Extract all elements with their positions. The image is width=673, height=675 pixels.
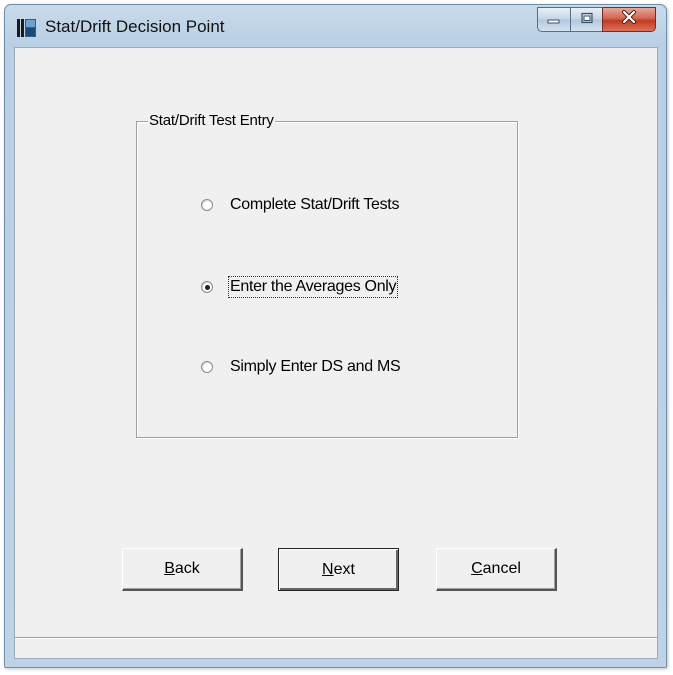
maximize-icon <box>580 11 594 29</box>
radio-enter-averages-only[interactable]: Enter the Averages Only <box>201 276 399 298</box>
radio-simply-enter-ds-and-ms[interactable]: Simply Enter DS and MS <box>201 356 401 378</box>
radio-label[interactable]: Enter the Averages Only <box>227 276 399 298</box>
stat-drift-test-entry-group: Stat/Drift Test Entry Complete Stat/Drif… <box>136 112 518 438</box>
next-button[interactable]: Next <box>278 548 399 591</box>
radio-button[interactable] <box>201 361 213 373</box>
minimize-icon <box>547 11 561 29</box>
dialog-window: Stat/Drift Decision Point Stat/Drift Tes… <box>4 4 667 668</box>
radio-button[interactable] <box>201 281 213 293</box>
minimize-button[interactable] <box>537 7 570 32</box>
title-bar[interactable]: Stat/Drift Decision Point <box>5 5 666 49</box>
close-icon <box>621 10 637 29</box>
app-icon[interactable] <box>17 18 37 38</box>
radio-complete-stat-drift-tests[interactable]: Complete Stat/Drift Tests <box>201 194 400 216</box>
dialog-client-area: Stat/Drift Test Entry Complete Stat/Drif… <box>14 47 658 659</box>
window-title: Stat/Drift Decision Point <box>45 17 225 36</box>
radio-button[interactable] <box>201 199 213 211</box>
maximize-button[interactable] <box>570 7 602 32</box>
group-title: Stat/Drift Test Entry <box>148 112 275 129</box>
caption-buttons <box>537 7 656 33</box>
close-button[interactable] <box>602 7 656 32</box>
cancel-button[interactable]: Cancel <box>436 548 557 591</box>
radio-label[interactable]: Complete Stat/Drift Tests <box>229 195 400 215</box>
status-bar <box>15 637 657 658</box>
radio-label[interactable]: Simply Enter DS and MS <box>229 357 401 377</box>
back-button[interactable]: Back <box>122 548 243 591</box>
